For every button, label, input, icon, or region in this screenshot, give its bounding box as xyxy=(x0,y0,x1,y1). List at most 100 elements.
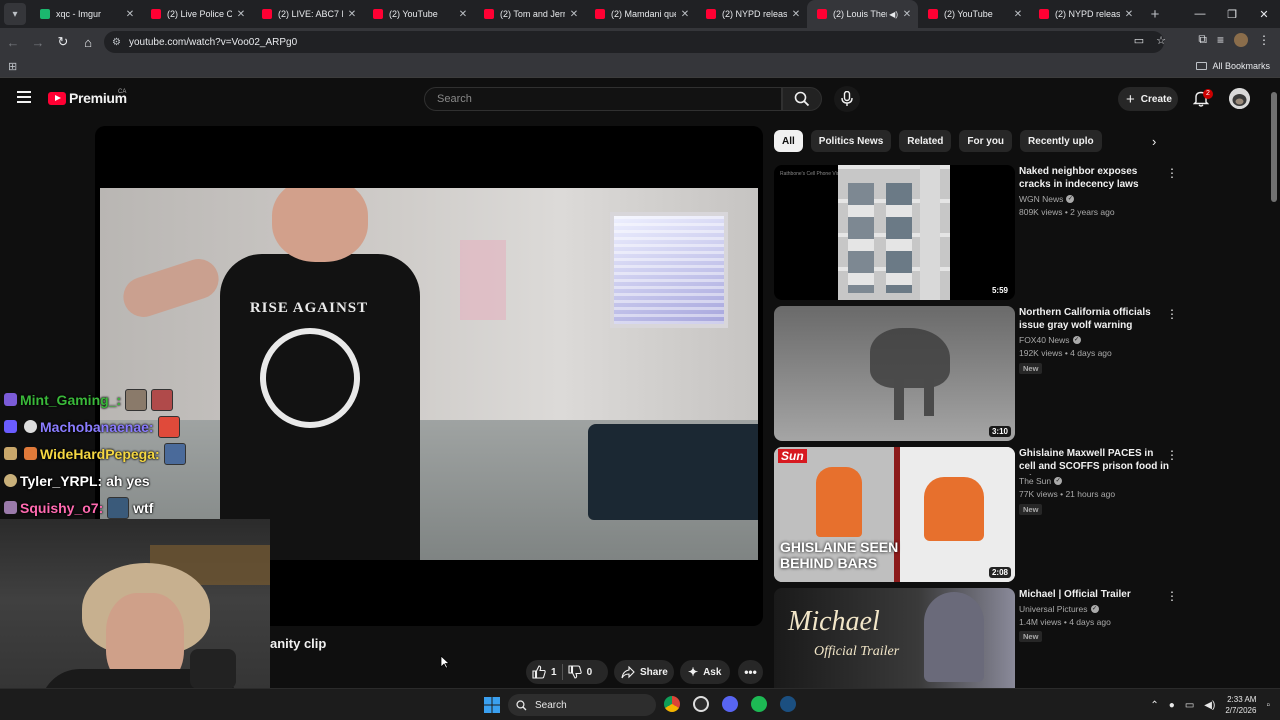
bookmark-star-icon[interactable]: ☆ xyxy=(1156,34,1166,47)
dislike-button[interactable]: 0 xyxy=(568,665,592,679)
close-window-icon[interactable]: ✕ xyxy=(1248,8,1280,21)
channel-name[interactable]: Universal Pictures ✓ xyxy=(1019,604,1099,614)
clock[interactable]: 2:33 AM 2/7/2026 xyxy=(1225,694,1256,716)
windows-start-icon[interactable] xyxy=(484,697,500,713)
recommended-video[interactable]: Rathbone's Cell Phone Video 5:59 Naked n… xyxy=(774,165,1204,300)
share-button[interactable]: Share xyxy=(614,660,674,684)
close-tab-icon[interactable]: ✕ xyxy=(569,9,579,20)
video-thumbnail[interactable]: Michael Official Trailer xyxy=(774,588,1015,688)
speaker-icon[interactable]: ◀) xyxy=(889,10,898,19)
chip-for-you[interactable]: For you xyxy=(959,130,1013,152)
more-vertical-icon[interactable]: ⋮ xyxy=(1166,308,1178,320)
network-icon[interactable]: ▭ xyxy=(1185,700,1194,711)
all-bookmarks-button[interactable]: All Bookmarks xyxy=(1196,61,1270,71)
browser-tab[interactable]: xqc - Imgur ✕ xyxy=(30,0,141,28)
browser-tab[interactable]: (2) Live Police Ch ✕ xyxy=(141,0,252,28)
chip-politics-news[interactable]: Politics News xyxy=(810,130,892,152)
reload-icon[interactable]: ↻ xyxy=(51,34,75,50)
close-tab-icon[interactable]: ✕ xyxy=(791,9,801,20)
page-scrollbar[interactable] xyxy=(1270,82,1278,688)
steam-icon[interactable] xyxy=(780,696,796,712)
browser-tab[interactable]: (2) Tom and Jerry ✕ xyxy=(474,0,585,28)
maximize-icon[interactable]: ❐ xyxy=(1216,8,1248,21)
site-info-icon[interactable]: ⚙ xyxy=(112,37,121,48)
video-meta: 1.4M views • 4 days ago xyxy=(1019,617,1111,627)
close-tab-icon[interactable]: ✕ xyxy=(125,9,135,20)
apps-grid-icon[interactable]: ⊞ xyxy=(8,60,17,73)
video-title[interactable]: Naked neighbor exposes cracks in indecen… xyxy=(1019,165,1169,191)
microphone-icon[interactable]: ● xyxy=(1169,700,1175,711)
spotify-icon[interactable] xyxy=(751,696,767,712)
video-title[interactable]: Northern California officials issue gray… xyxy=(1019,306,1169,332)
obs-icon[interactable] xyxy=(693,696,709,712)
more-vertical-icon[interactable]: ⋮ xyxy=(1166,590,1178,602)
create-button[interactable]: + Create xyxy=(1118,87,1178,111)
close-tab-icon[interactable]: ✕ xyxy=(1124,9,1134,20)
youtube-logo[interactable]: Premium xyxy=(48,90,127,106)
recommended-video[interactable]: 3:10 Northern California officials issue… xyxy=(774,306,1204,441)
close-tab-icon[interactable]: ✕ xyxy=(347,9,357,20)
browser-tab[interactable]: (2) NYPD release ✕ xyxy=(1029,0,1140,28)
volume-icon[interactable]: ◀) xyxy=(1204,700,1215,711)
close-tab-icon[interactable]: ✕ xyxy=(902,9,912,20)
sub-badge-icon xyxy=(4,501,17,514)
media-control-icon[interactable]: ≡ xyxy=(1217,33,1224,47)
recommended-video[interactable]: Sun GHISLAINE SEEN BEHIND BARS 2:08 Ghis… xyxy=(774,447,1204,582)
video-thumbnail[interactable]: 3:10 xyxy=(774,306,1015,441)
channel-name[interactable]: FOX40 News ✓ xyxy=(1019,335,1081,345)
browser-tab[interactable]: (2) NYPD releases✕ xyxy=(696,0,807,28)
close-tab-icon[interactable]: ✕ xyxy=(236,9,246,20)
url-input[interactable]: ⚙ youtube.com/watch?v=Voo02_ARPg0 xyxy=(104,31,1164,53)
browser-tab[interactable]: (2) YouTube ✕ xyxy=(363,0,474,28)
forward-icon[interactable]: → xyxy=(26,35,50,50)
taskbar-search[interactable]: Search xyxy=(508,694,656,716)
discord-icon[interactable] xyxy=(722,696,738,712)
sun-logo: Sun xyxy=(778,449,807,463)
badge-icon xyxy=(24,447,37,460)
youtube-header: Premium CA Search + Create 2 xyxy=(0,79,1280,119)
browser-tab[interactable]: (2) Mamdani ques✕ xyxy=(585,0,696,28)
chevron-up-icon[interactable]: ⌃ xyxy=(1150,700,1158,711)
search-button[interactable] xyxy=(782,87,822,111)
new-tab-button[interactable]: + xyxy=(1144,6,1166,23)
menu-icon[interactable] xyxy=(17,91,31,106)
home-icon[interactable]: ⌂ xyxy=(76,35,100,50)
cast-icon[interactable]: ▭ xyxy=(1134,34,1144,47)
close-tab-icon[interactable]: ✕ xyxy=(1013,9,1023,20)
channel-name[interactable]: WGN News ✓ xyxy=(1019,194,1075,204)
close-tab-icon[interactable]: ✕ xyxy=(458,9,468,20)
chip-related[interactable]: Related xyxy=(899,130,952,152)
account-avatar[interactable] xyxy=(1229,88,1250,109)
chevron-right-icon[interactable]: › xyxy=(1152,134,1156,149)
channel-name[interactable]: The Sun ✓ xyxy=(1019,476,1063,486)
recommended-video[interactable]: Michael Official Trailer Michael | Offic… xyxy=(774,588,1204,688)
search-input[interactable]: Search xyxy=(424,87,782,111)
chip-all[interactable]: All xyxy=(774,130,803,152)
sub-badge-icon xyxy=(4,447,17,460)
close-tab-icon[interactable]: ✕ xyxy=(680,9,690,20)
video-title[interactable]: Michael | Official Trailer xyxy=(1019,588,1169,601)
extensions-icon[interactable]: ⧉ xyxy=(1198,32,1207,47)
like-button[interactable]: 1 xyxy=(526,665,557,679)
more-actions-button[interactable]: ••• xyxy=(738,660,763,684)
minimize-icon[interactable]: — xyxy=(1184,8,1216,20)
more-vertical-icon[interactable]: ⋮ xyxy=(1166,449,1178,461)
notifications-icon[interactable]: ▫ xyxy=(1266,700,1270,711)
browser-menu-icon[interactable]: ⋮ xyxy=(1258,33,1270,47)
tab-search-button[interactable]: ▾ xyxy=(4,3,26,25)
profile-avatar[interactable] xyxy=(1234,32,1248,47)
browser-tab[interactable]: (2) LIVE: ABC7 Ey✕ xyxy=(252,0,363,28)
back-icon[interactable]: ← xyxy=(1,35,25,50)
video-thumbnail[interactable]: Sun GHISLAINE SEEN BEHIND BARS 2:08 xyxy=(774,447,1015,582)
scrollbar-thumb[interactable] xyxy=(1271,92,1277,202)
more-vertical-icon[interactable]: ⋮ xyxy=(1166,167,1178,179)
ask-button[interactable]: ✦ Ask xyxy=(680,660,730,684)
search-icon xyxy=(516,699,527,710)
chrome-icon[interactable] xyxy=(664,696,680,712)
video-title[interactable]: Ghislaine Maxwell PACES in cell and SCOF… xyxy=(1019,447,1169,475)
browser-tab-active[interactable]: (2) Louis Ther ◀) ✕ xyxy=(807,0,918,28)
video-thumbnail[interactable]: Rathbone's Cell Phone Video 5:59 xyxy=(774,165,1015,300)
voice-search-button[interactable] xyxy=(834,86,860,112)
chip-recently-uploaded[interactable]: Recently uplo xyxy=(1020,130,1102,152)
browser-tab[interactable]: (2) YouTube ✕ xyxy=(918,0,1029,28)
